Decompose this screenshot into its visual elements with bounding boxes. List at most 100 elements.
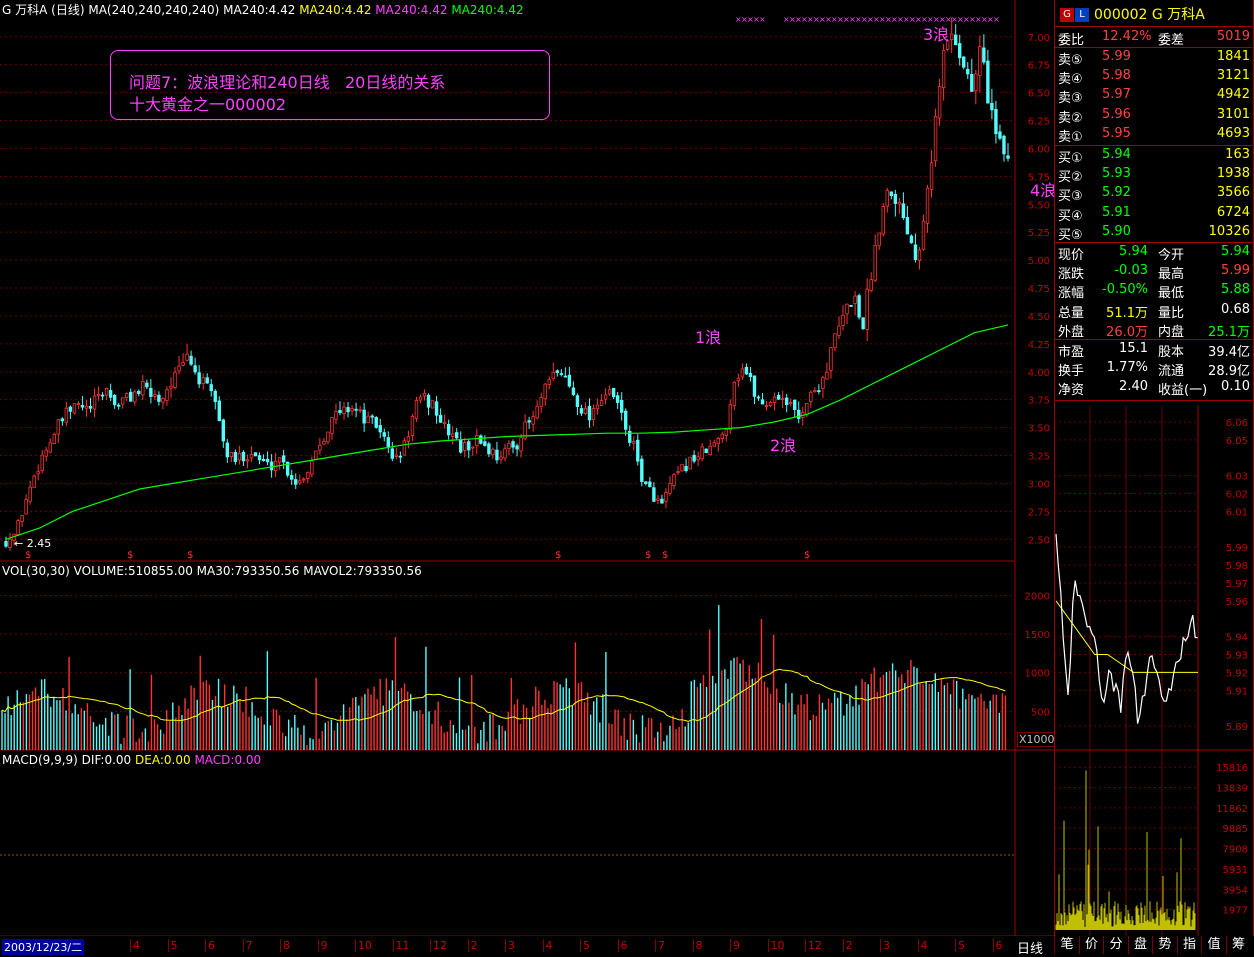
candle-body — [825, 371, 829, 380]
candle-body — [418, 396, 423, 401]
candle-body — [837, 325, 841, 336]
candle-body — [92, 395, 97, 410]
candle-body — [740, 368, 745, 378]
signal-dollar-mark: $ — [662, 550, 668, 561]
quote-value: 25.1万 — [1208, 324, 1250, 340]
intraday-chart[interactable]: 6.06 6.05 6.03 6.02 6.01 5.99 5.98 5.97 5.96 5.94… — [1054, 405, 1252, 936]
price-tick-label: 2.75 — [1028, 507, 1050, 518]
candle-body — [595, 404, 600, 410]
candle-body — [116, 404, 121, 407]
candle-body — [704, 448, 708, 454]
candle-body — [165, 389, 169, 402]
chart-header: G 万科A (日线) MA(240,240,240,240) MA240:4.4… — [2, 1, 524, 18]
candle-body — [660, 498, 664, 504]
price-tick-label: 6.00 — [1028, 144, 1050, 155]
panel-tab-1[interactable]: 价 — [1078, 936, 1104, 954]
month-tick-label: 9 — [317, 939, 328, 952]
candle-body — [535, 405, 539, 419]
candle-body — [181, 362, 185, 366]
date-axis[interactable]: 2003/12/23/二 4 5 6 7 8 9 10 11 12 2 3 4 5 6 7 8 9 10 12 2 3 4… — [0, 937, 1015, 955]
candle-body — [16, 520, 20, 535]
bid-label: 买④ — [1058, 208, 1083, 224]
candle-body — [64, 407, 69, 423]
candle-body — [776, 394, 781, 400]
ask-row: 卖⑤ 5.99 1841 — [1058, 48, 1252, 68]
candle-body — [982, 47, 986, 63]
candle-body — [241, 451, 246, 462]
candle-body — [865, 288, 869, 330]
candle-body — [334, 411, 338, 420]
candle-body — [756, 396, 761, 399]
ask-volume: 1841 — [1216, 49, 1250, 64]
candle-body — [438, 415, 443, 423]
quote-row: 总量 51.1万 量比 0.68 — [1058, 301, 1252, 321]
candle-body — [503, 448, 507, 459]
price-tick-label: 6.25 — [1028, 117, 1050, 128]
quote-value: 26.0万 — [1106, 324, 1148, 340]
volume-tick-label: 1500 — [1025, 630, 1050, 641]
candle-body — [36, 471, 40, 475]
panel-tab-3[interactable]: 盘 — [1127, 936, 1153, 954]
candle-body — [688, 456, 692, 470]
candle-body — [551, 371, 555, 380]
candle-body — [358, 409, 362, 412]
candle-body — [841, 314, 845, 326]
candle-body — [326, 431, 330, 443]
weibi-row: 委比 12.42% 委差 5019 — [1058, 28, 1252, 48]
intraday-tick-label: 6.02 — [1226, 490, 1248, 501]
intraday-vol-tick-label: 1977 — [1223, 906, 1248, 917]
panel-tab-7[interactable]: 筹 — [1225, 936, 1251, 954]
candle-body — [193, 365, 197, 373]
candle-body — [507, 443, 511, 449]
bid-row: 买② 5.93 1938 — [1058, 165, 1252, 185]
ask-row: 卖② 5.96 3101 — [1058, 106, 1252, 126]
period-tab[interactable]: 日线 — [1017, 938, 1043, 957]
bid-row: 买⑤ 5.90 10326 — [1058, 223, 1252, 243]
candle-body — [527, 420, 531, 423]
candle-body — [684, 466, 688, 472]
candle-body — [905, 217, 910, 235]
candle-body — [422, 392, 427, 397]
price-chart[interactable]: × × × × × × × × × × × × × × × × × × × × × × × × × × × × × × × × × × × × × × × ×… — [0, 0, 1054, 936]
month-tick-label: 6 — [992, 939, 1003, 952]
candle-body — [237, 452, 242, 461]
panel-tab-4[interactable]: 势 — [1152, 936, 1177, 954]
candle-body — [434, 401, 439, 416]
macd-value: MACD:0.00 — [194, 753, 262, 767]
candle-body — [362, 409, 366, 424]
panel-tab-0[interactable]: 笔 — [1054, 936, 1079, 954]
ask-label: 卖② — [1058, 110, 1083, 126]
candle-body — [390, 448, 395, 459]
month-tick-label: 2 — [467, 939, 478, 952]
quote-value: -0.03 — [1114, 263, 1148, 279]
volume-tick-label: 500 — [1031, 707, 1050, 718]
annotation-line-2: 十大黄金之一000002 — [129, 95, 287, 114]
bid-volume: 10326 — [1208, 223, 1250, 239]
quote-label: 外盘 — [1058, 324, 1085, 340]
ask-label: 卖① — [1058, 129, 1083, 145]
candle-body — [149, 387, 153, 397]
quote-label: 量比 — [1158, 305, 1185, 321]
price-tick-label: 3.75 — [1028, 396, 1050, 407]
candle-body — [619, 399, 624, 413]
month-tick-label: 12 — [430, 939, 447, 952]
panel-tab-6[interactable]: 值 — [1201, 936, 1226, 954]
candle-body — [68, 406, 73, 412]
candle-body — [962, 56, 966, 68]
candle-body — [716, 437, 720, 444]
fundamental-row: 净资 2.40 收益(一) 0.10 — [1058, 378, 1252, 398]
price-tick-label: 4.75 — [1028, 284, 1050, 295]
panel-tab-2[interactable]: 分 — [1103, 936, 1128, 954]
ask-price: 5.95 — [1102, 125, 1131, 141]
candle-body — [104, 387, 109, 396]
bid-row: 买④ 5.91 6724 — [1058, 204, 1252, 224]
wave-label-4: 4浪 — [1030, 181, 1057, 200]
fund-label: 换手 — [1058, 364, 1085, 380]
intraday-tick-label: 5.97 — [1226, 579, 1248, 590]
fund-value: 0.10 — [1221, 379, 1250, 395]
ma-spec: MA(240,240,240,240) — [88, 3, 220, 17]
quote-value: 5.88 — [1221, 282, 1250, 298]
candle-body — [764, 405, 769, 407]
bid-price: 5.90 — [1102, 223, 1131, 239]
panel-tab-5[interactable]: 指 — [1176, 936, 1202, 954]
